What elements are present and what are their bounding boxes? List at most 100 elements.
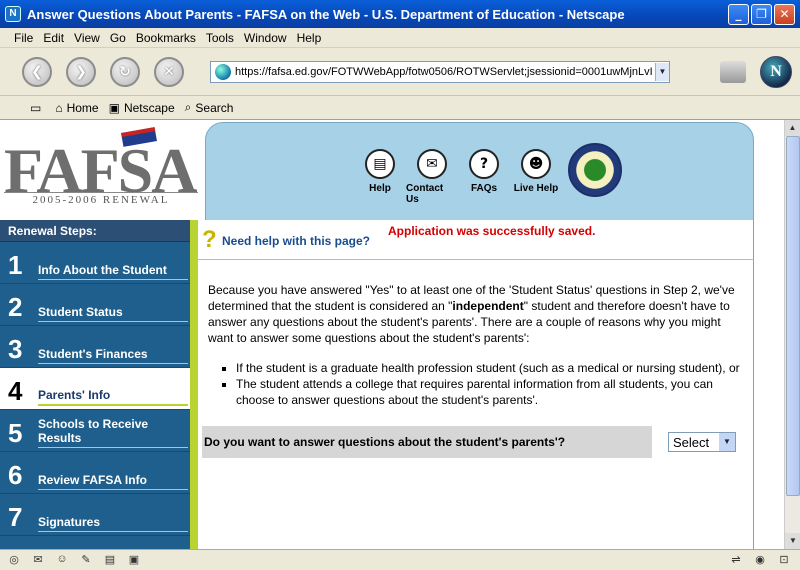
- navigator-icon[interactable]: ◎: [6, 553, 22, 567]
- step-5-schools-to-receive-results[interactable]: 5 Schools to Receive Results: [0, 410, 190, 452]
- help-label: Help: [369, 183, 391, 194]
- answer-select[interactable]: Select ▼: [668, 432, 736, 452]
- step-1-info-about-student[interactable]: 1 Info About the Student: [0, 242, 190, 284]
- step-number: 4: [8, 376, 23, 406]
- home-button[interactable]: ⌂ Home: [55, 101, 98, 115]
- step-2-student-status[interactable]: 2 Student Status: [0, 284, 190, 326]
- search-button[interactable]: ⌕ Search: [185, 100, 234, 115]
- menu-bookmarks[interactable]: Bookmarks: [136, 31, 196, 45]
- question-icon: ?: [469, 149, 499, 179]
- personal-toolbar: ▭ ⌂ Home ▣ Netscape ⌕ Search: [0, 96, 800, 120]
- live-help-label: Live Help: [513, 183, 559, 194]
- menu-edit[interactable]: Edit: [43, 31, 64, 45]
- renewal-steps-sidebar: Renewal Steps: 1 Info About the Student …: [0, 220, 190, 549]
- back-button[interactable]: ❮: [22, 56, 52, 87]
- url-text[interactable]: https://fafsa.ed.gov/FOTWWebApp/fotw0506…: [235, 66, 655, 78]
- parents-question-text: Do you want to answer questions about th…: [204, 435, 566, 449]
- help-row: ? Need help with this page? Application …: [198, 220, 754, 260]
- help-book-icon: ▤: [365, 149, 395, 179]
- netscape-label: Netscape: [123, 100, 175, 115]
- step-number: 6: [8, 460, 23, 490]
- step-number: 5: [8, 418, 23, 448]
- stop-icon: ✕: [163, 63, 175, 80]
- question-marks-icon: ?: [202, 226, 217, 253]
- close-button[interactable]: ✕: [774, 3, 795, 25]
- instant-messenger-icon[interactable]: ☺: [54, 553, 70, 567]
- faqs-link[interactable]: ? FAQs: [458, 149, 510, 205]
- menu-file[interactable]: File: [14, 31, 33, 45]
- help-link[interactable]: ▤ Help: [354, 149, 406, 205]
- window-titlebar: N Answer Questions About Parents - FAFSA…: [0, 0, 800, 28]
- scroll-up-icon[interactable]: ▲: [785, 120, 800, 136]
- step-4-parents-info[interactable]: 4 Parents' Info: [0, 368, 190, 410]
- home-label: Home: [66, 100, 99, 115]
- select-value: Select: [673, 434, 710, 450]
- my-netscape-icon: ▣: [108, 100, 120, 115]
- step-6-review-fafsa-info[interactable]: 6 Review FAFSA Info: [0, 452, 190, 494]
- envelope-icon: ✉: [417, 149, 447, 179]
- status-bar: ◎ ✉ ☺ ✎ ▤ ▣ ⇌ ◉ ⊡: [0, 549, 800, 570]
- top-nav: ▤ Help ✉ Contact Us ? FAQs ☻ Live Help: [354, 143, 622, 205]
- step-number: 2: [8, 292, 23, 322]
- forward-icon: ❯: [75, 63, 87, 80]
- vertical-scrollbar[interactable]: ▲ ▼: [784, 120, 800, 549]
- menu-go[interactable]: Go: [110, 31, 126, 45]
- step-label: Schools to Receive Results: [38, 417, 188, 448]
- step-label: Parents' Info: [38, 388, 188, 406]
- forward-button[interactable]: ❯: [66, 56, 96, 87]
- url-bar[interactable]: https://fafsa.ed.gov/FOTWWebApp/fotw0506…: [210, 60, 670, 83]
- my-netscape-button[interactable]: ▣ Netscape: [109, 101, 175, 115]
- home-icon: ⌂: [55, 100, 63, 115]
- reload-icon: ↻: [119, 63, 131, 80]
- list-item: If the student is a graduate health prof…: [236, 360, 746, 376]
- renewal-subtitle: 2005-2006 RENEWAL: [4, 192, 198, 206]
- header-panel: ▤ Help ✉ Contact Us ? FAQs ☻ Live Help: [205, 122, 754, 222]
- people-icon: ☻: [521, 149, 551, 179]
- status-right: ⇌ ◉ ⊡: [728, 553, 800, 567]
- intro-paragraph: Because you have answered "Yes" to at le…: [208, 282, 746, 346]
- fafsa-logo: FAFSA 2005-2006 RENEWAL: [0, 120, 205, 220]
- search-label: Search: [195, 100, 234, 115]
- step-label: Student's Finances: [38, 347, 188, 364]
- intro-bold: independent: [452, 299, 524, 313]
- step-3-student-finances[interactable]: 3 Student's Finances: [0, 326, 190, 368]
- department-of-education-seal: [568, 143, 622, 197]
- menu-tools[interactable]: Tools: [206, 31, 234, 45]
- my-sidebar-icon[interactable]: ▣: [126, 553, 142, 567]
- main-content: ? Need help with this page? Application …: [198, 220, 754, 549]
- scroll-thumb[interactable]: [786, 136, 800, 496]
- stop-button[interactable]: ✕: [154, 56, 184, 87]
- step-7-signatures[interactable]: 7 Signatures: [0, 494, 190, 536]
- netscape-app-icon: N: [5, 6, 21, 22]
- reasons-list: If the student is a graduate health prof…: [236, 360, 746, 408]
- composer-icon[interactable]: ✎: [78, 553, 94, 567]
- tabs-icon: ▭: [30, 100, 42, 115]
- contact-us-link[interactable]: ✉ Contact Us: [406, 149, 458, 205]
- reload-button[interactable]: ↻: [110, 56, 140, 87]
- menu-window[interactable]: Window: [244, 31, 287, 45]
- netscape-logo[interactable]: N: [760, 55, 792, 88]
- search-icon: ⌕: [184, 100, 192, 114]
- step-label: Student Status: [38, 305, 188, 322]
- chevron-down-icon[interactable]: ▼: [719, 433, 735, 451]
- minimize-button[interactable]: _: [728, 3, 749, 25]
- live-help-link[interactable]: ☻ Live Help: [510, 149, 562, 205]
- need-help-link[interactable]: Need help with this page?: [222, 234, 370, 248]
- step-label: Info About the Student: [38, 263, 188, 280]
- saved-message: Application was successfully saved.: [388, 224, 596, 238]
- print-icon[interactable]: [720, 60, 746, 83]
- address-book-icon[interactable]: ▤: [102, 553, 118, 567]
- parents-question-row: Do you want to answer questions about th…: [202, 426, 750, 458]
- menu-bar: File Edit View Go Bookmarks Tools Window…: [0, 28, 800, 48]
- connection-icon: ⇌: [731, 554, 741, 566]
- scroll-down-icon[interactable]: ▼: [785, 533, 800, 549]
- step-label: Review FAFSA Info: [38, 473, 188, 490]
- maximize-button[interactable]: ❐: [751, 3, 772, 25]
- menu-view[interactable]: View: [74, 31, 100, 45]
- step-label: Signatures: [38, 515, 188, 532]
- menu-help[interactable]: Help: [297, 31, 322, 45]
- tabs-button[interactable]: ▭: [30, 101, 45, 115]
- list-item: The student attends a college that requi…: [236, 376, 746, 408]
- url-dropdown-icon[interactable]: ▼: [655, 62, 669, 81]
- mail-icon[interactable]: ✉: [30, 553, 46, 567]
